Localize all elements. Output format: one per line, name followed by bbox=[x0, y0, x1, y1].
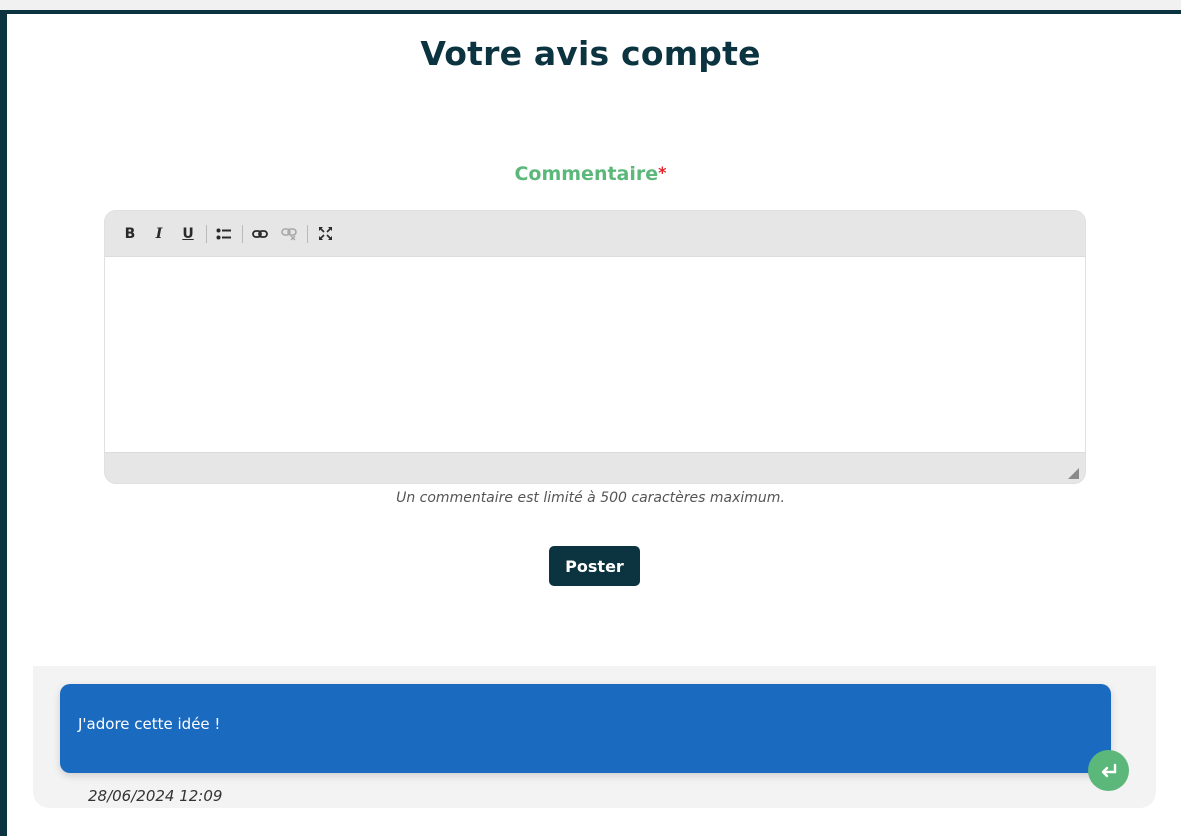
unlink-icon[interactable] bbox=[278, 223, 300, 245]
editor-toolbar: B I U bbox=[105, 211, 1085, 256]
underline-button[interactable]: U bbox=[177, 223, 199, 245]
link-icon[interactable] bbox=[249, 223, 271, 245]
comment-text: J'adore cette idée ! bbox=[78, 715, 221, 733]
character-limit-hint: Un commentaire est limité à 500 caractèr… bbox=[396, 490, 785, 506]
editor-statusbar bbox=[105, 453, 1085, 483]
toolbar-separator bbox=[307, 224, 308, 243]
resize-handle[interactable] bbox=[1068, 468, 1079, 479]
comment-bubble: J'adore cette idée ! bbox=[60, 684, 1111, 773]
bullet-list-icon[interactable] bbox=[213, 223, 235, 245]
comment-label-text: Commentaire bbox=[514, 163, 659, 185]
maximize-icon[interactable] bbox=[314, 223, 336, 245]
toolbar-separator bbox=[206, 224, 207, 243]
reply-icon bbox=[1101, 763, 1116, 777]
comment-date: 28/06/2024 12:09 bbox=[88, 787, 223, 805]
required-marker: * bbox=[658, 163, 667, 182]
page-title: Votre avis compte bbox=[420, 34, 761, 73]
reply-button[interactable] bbox=[1088, 750, 1129, 791]
comment-label: Commentaire* bbox=[0, 163, 1181, 185]
comment-textarea[interactable] bbox=[105, 256, 1085, 453]
bold-button[interactable]: B bbox=[119, 223, 141, 245]
post-button[interactable]: Poster bbox=[549, 546, 640, 586]
italic-button[interactable]: I bbox=[148, 223, 170, 245]
rich-text-editor: B I U bbox=[104, 210, 1086, 484]
toolbar-separator bbox=[242, 224, 243, 243]
